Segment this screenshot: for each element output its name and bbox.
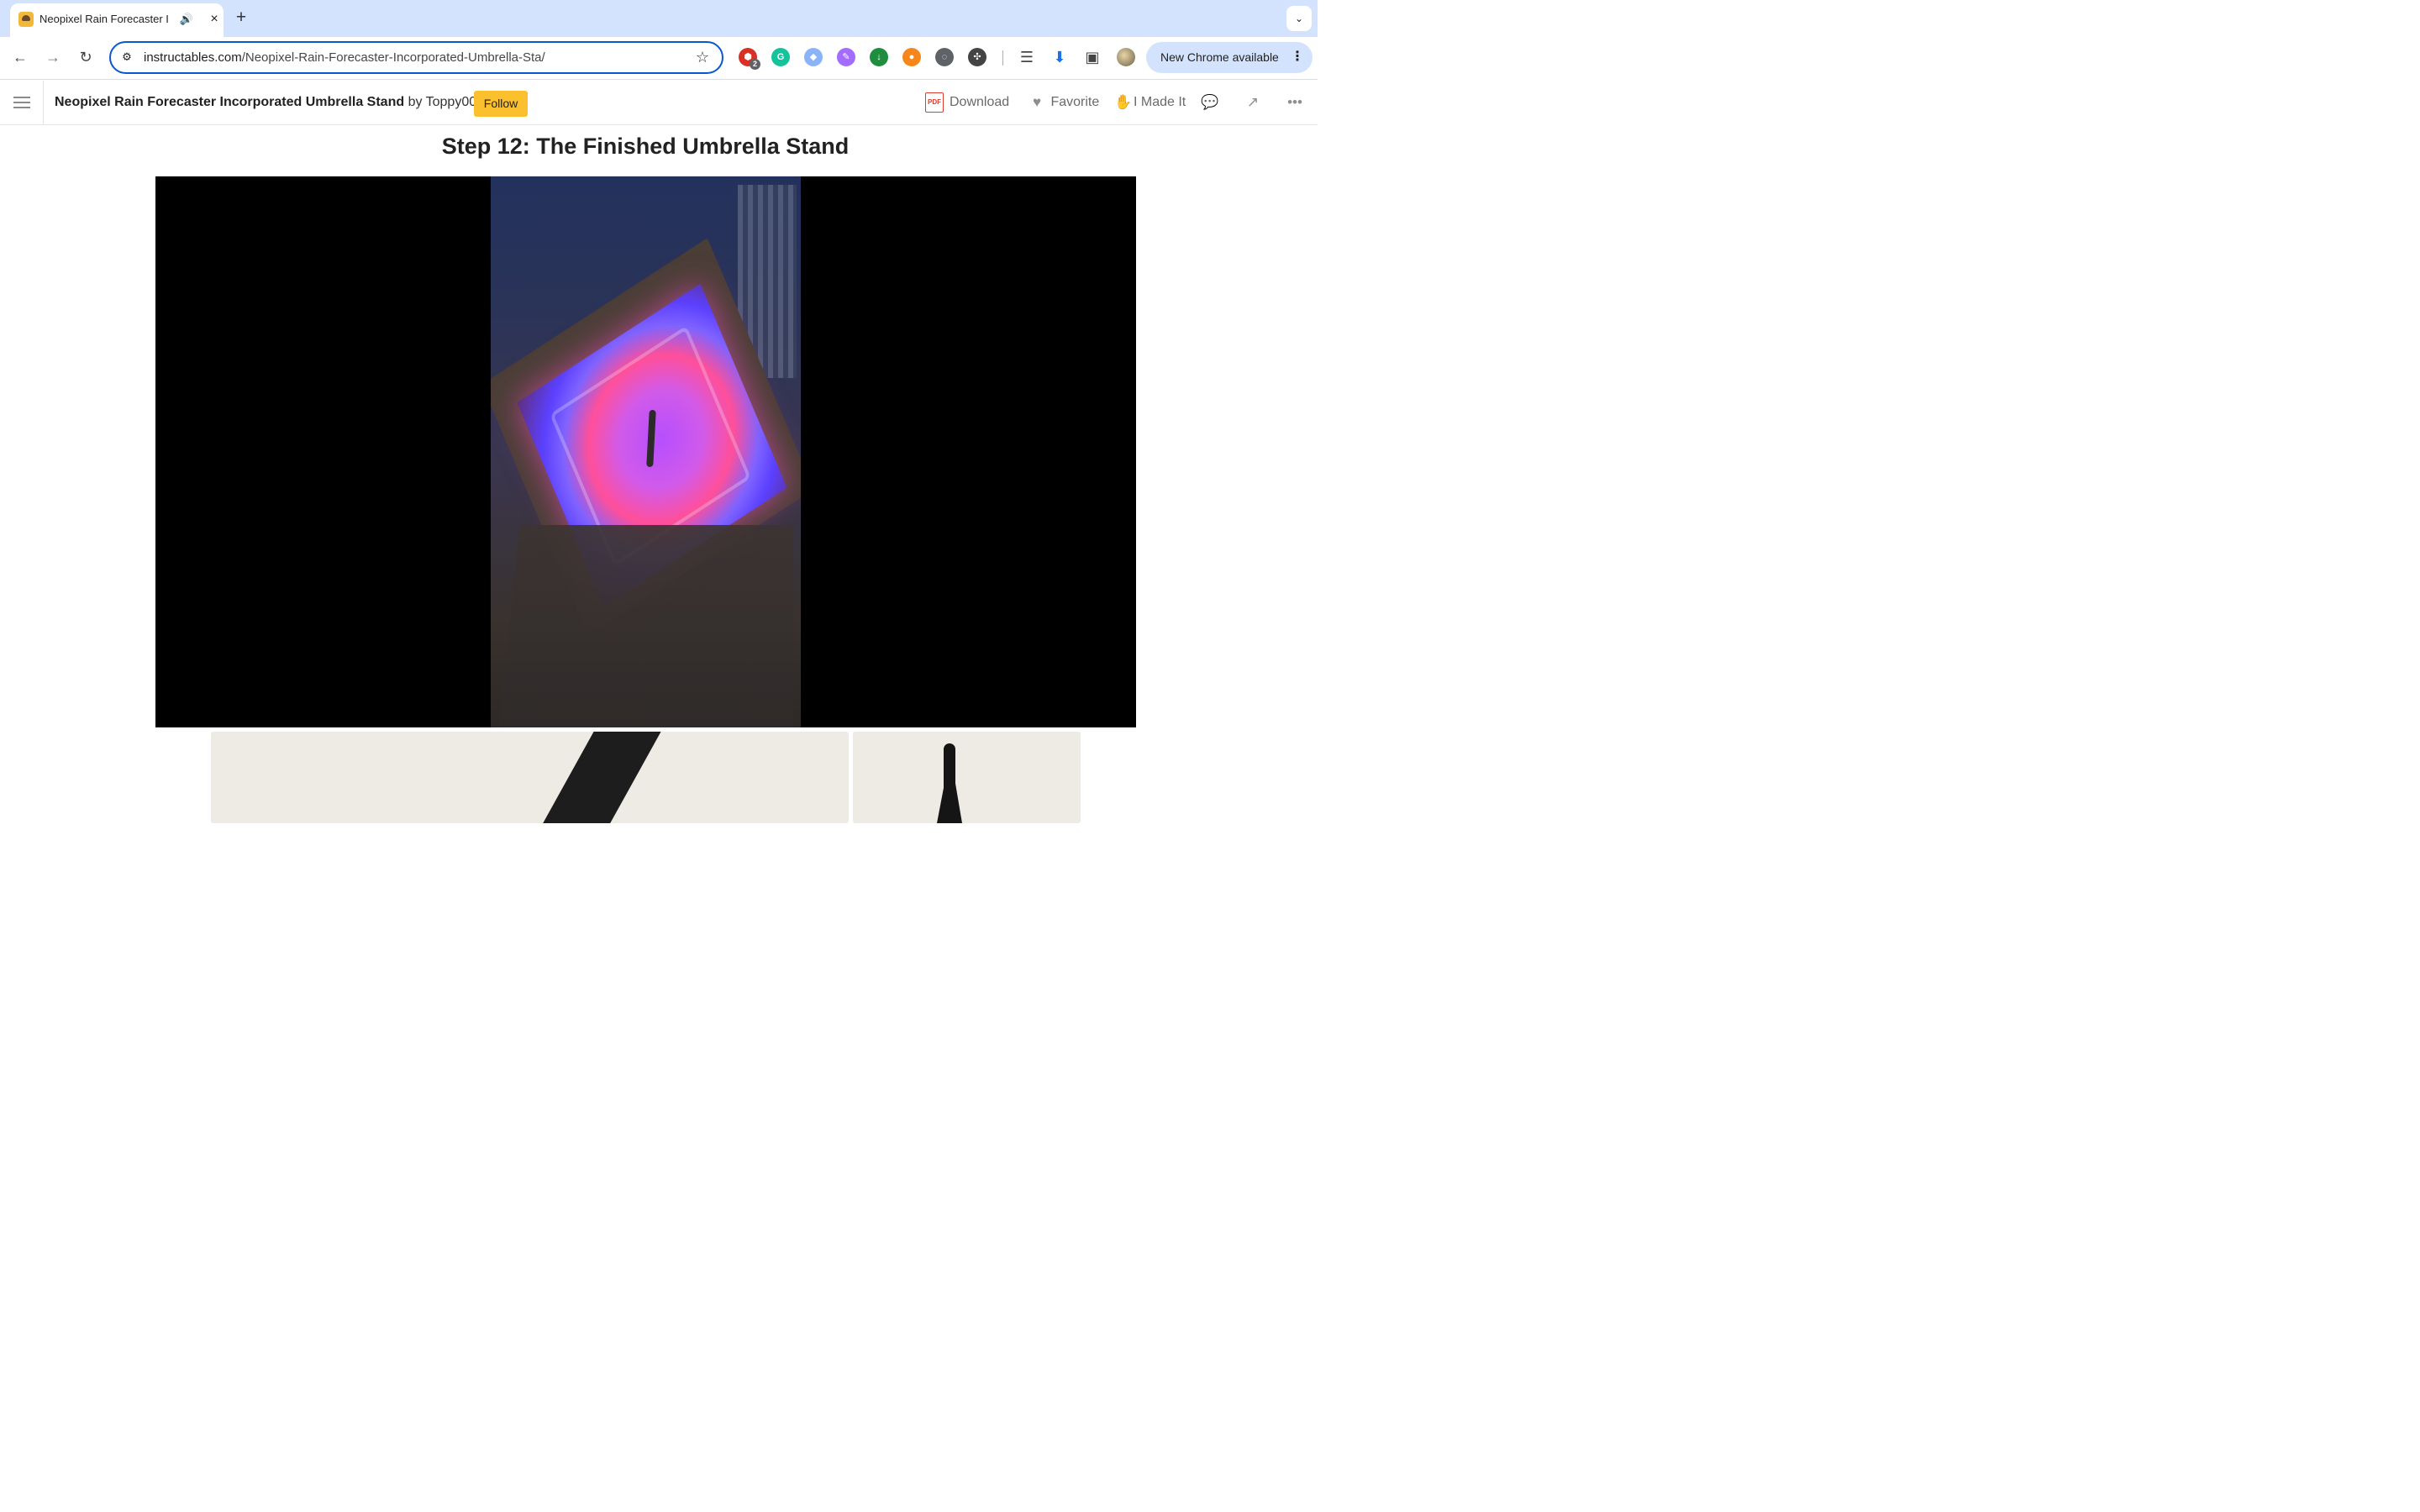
chevron-down-icon[interactable]: ⌄	[1286, 6, 1312, 31]
comments-icon: 💬	[1201, 94, 1219, 110]
metamask-icon[interactable]: ●	[902, 48, 921, 66]
step-title: Step 12: The Finished Umbrella Stand	[441, 134, 850, 159]
arrow-right-icon[interactable]: →	[43, 47, 63, 67]
share-icon: ↗	[1246, 94, 1260, 110]
thumbnail-umbrella-standing-photo[interactable]	[853, 732, 1081, 823]
by-label: by	[408, 95, 423, 109]
update-label: New Chrome available	[1160, 50, 1279, 64]
speaker-icon[interactable]: 🔊	[179, 12, 194, 27]
more-horizontal-icon: •••	[1287, 94, 1302, 110]
umbrella-image-detail	[536, 732, 666, 823]
download-icon[interactable]: ⬇	[1050, 47, 1070, 67]
tab-title: Neopixel Rain Forecaster I	[39, 13, 169, 25]
favorite-button[interactable]: ♥ Favorite	[1027, 92, 1099, 113]
more-vert-icon[interactable]: ⋮	[1291, 49, 1304, 66]
hamburger-line	[13, 102, 30, 103]
hamburger-icon[interactable]	[0, 81, 44, 124]
browser-tab-strip: Neopixel Rain Forecaster I 🔊 × + ⌄	[0, 0, 1318, 37]
article-title: Neopixel Rain Forecaster Incorporated Um…	[55, 95, 405, 109]
pdf-icon: PDF	[925, 92, 944, 113]
hamburger-line	[13, 97, 30, 98]
share-button[interactable]: ↗	[1243, 92, 1263, 113]
puzzle-icon[interactable]: ✣	[968, 48, 986, 66]
download-label: Download	[950, 95, 1010, 109]
more-options-button[interactable]: •••	[1285, 92, 1305, 113]
reload-icon[interactable]: ↻	[76, 47, 96, 67]
address-bar[interactable]: ⚙ instructables.com/Neopixel-Rain-Foreca…	[109, 41, 723, 74]
url-path: /Neopixel-Rain-Forecaster-Incorporated-U…	[241, 50, 545, 65]
adblock-icon[interactable]: ⬢ 2	[739, 48, 760, 70]
toolbar-separator	[1002, 50, 1003, 66]
star-icon[interactable]: ☆	[693, 48, 712, 66]
comments-button[interactable]: 💬	[1200, 92, 1220, 113]
url-text[interactable]: instructables.com/Neopixel-Rain-Forecast…	[144, 50, 545, 65]
plus-icon[interactable]: +	[232, 8, 250, 27]
side-panel-icon[interactable]: ▣	[1082, 47, 1102, 67]
quill-icon[interactable]: ✎	[837, 48, 855, 66]
article-title-line: Neopixel Rain Forecaster Incorporated Um…	[55, 95, 484, 110]
favorite-label: Favorite	[1050, 95, 1100, 109]
thumbnail-umbrella-photo[interactable]	[211, 732, 849, 823]
new-chrome-available-button[interactable]: New Chrome available ⋮	[1146, 42, 1313, 73]
browser-tab[interactable]: Neopixel Rain Forecaster I 🔊 ×	[10, 3, 224, 37]
standing-umbrella-detail	[944, 743, 955, 823]
wooden-box-front	[499, 525, 793, 727]
umbrella-stand-photo	[491, 176, 801, 727]
follow-button[interactable]: Follow	[474, 91, 528, 117]
i-made-it-label: I Made It	[1134, 95, 1186, 109]
heart-icon: ♥	[1032, 94, 1042, 110]
hamburger-line	[13, 107, 30, 108]
download-button[interactable]: PDF Download	[925, 92, 1009, 113]
arrow-left-icon[interactable]: ←	[10, 47, 30, 67]
media-queue-icon[interactable]: ☰	[1017, 47, 1037, 67]
circle-brackets-icon[interactable]: ◌	[935, 48, 954, 66]
instructables-header: Neopixel Rain Forecaster Incorporated Um…	[0, 81, 1318, 125]
extension-badge: 2	[750, 59, 760, 70]
download-arrow-icon[interactable]: ↓	[870, 48, 888, 66]
hand-icon: ✋	[1114, 94, 1133, 110]
instructables-robot-icon	[18, 12, 34, 27]
tune-icon[interactable]: ⚙	[119, 50, 134, 65]
browser-toolbar: ← → ↻ ⚙ instructables.com/Neopixel-Rain-…	[0, 37, 1318, 80]
close-icon[interactable]: ×	[206, 11, 223, 28]
shield-icon[interactable]: ◆	[804, 48, 823, 66]
step-media-viewer[interactable]	[155, 176, 1136, 727]
i-made-it-button[interactable]: ✋I Made It	[1113, 92, 1186, 113]
grammarly-icon[interactable]: G	[771, 48, 790, 66]
profile-avatar[interactable]	[1117, 48, 1135, 66]
url-host: instructables.com	[144, 50, 242, 65]
